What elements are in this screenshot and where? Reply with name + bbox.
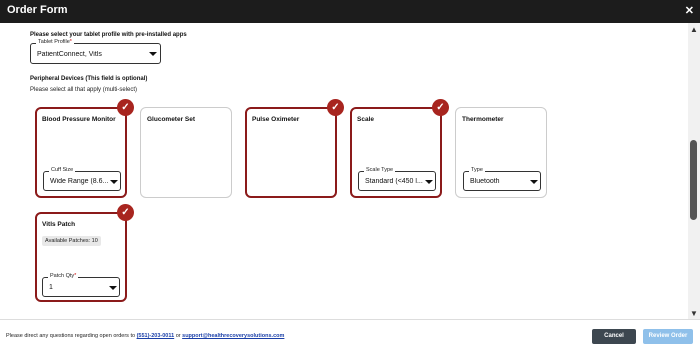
device-card-thermometer[interactable]: Thermometer Type Bluetooth — [455, 107, 547, 198]
device-title: Vitls Patch — [42, 221, 76, 228]
check-icon: ✓ — [327, 99, 344, 116]
check-icon: ✓ — [117, 99, 134, 116]
window-title: Order Form — [7, 4, 68, 16]
patch-qty-value: 1 — [49, 284, 53, 291]
cuff-size-value: Wide Range (8.6... — [50, 178, 108, 185]
scrollbar-thumb[interactable] — [690, 140, 697, 220]
title-bar: Order Form ✕ — [0, 0, 700, 23]
cuff-size-select[interactable]: Cuff Size Wide Range (8.6... — [43, 167, 121, 191]
thermometer-type-select[interactable]: Type Bluetooth — [463, 167, 541, 191]
peripheral-subheading: Please select all that apply (multi-sele… — [30, 87, 138, 93]
tablet-profile-value: PatientConnect, Vitls — [37, 51, 102, 58]
available-patches-badge: Available Patches: 10 — [42, 236, 101, 246]
scale-type-value: Standard (<450 l... — [365, 178, 423, 185]
chevron-down-icon — [110, 180, 118, 184]
chevron-down-icon — [530, 180, 538, 184]
cuff-size-legend: Cuff Size — [49, 167, 76, 173]
scroll-up-arrow-icon[interactable]: ▲ — [690, 25, 698, 34]
chevron-down-icon — [109, 286, 117, 290]
check-icon: ✓ — [432, 99, 449, 116]
chevron-down-icon — [149, 52, 157, 56]
patch-qty-legend: Patch Qty* — [48, 273, 79, 279]
chevron-down-icon — [425, 180, 433, 184]
close-icon[interactable]: ✕ — [685, 4, 694, 17]
check-icon: ✓ — [117, 204, 134, 221]
tablet-profile-select[interactable]: Tablet Profile* PatientConnect, Vitls — [30, 39, 161, 64]
device-title: Pulse Oximeter — [252, 116, 300, 123]
review-order-button[interactable]: Review Order — [643, 329, 693, 344]
peripheral-heading: Peripheral Devices (This field is option… — [30, 76, 148, 82]
cancel-button[interactable]: Cancel — [592, 329, 636, 344]
thermometer-type-value: Bluetooth — [470, 178, 500, 185]
scale-type-select[interactable]: Scale Type Standard (<450 l... — [358, 167, 436, 191]
thermometer-type-legend: Type — [469, 167, 485, 173]
support-email-link[interactable]: support@healthrecoverysolutions.com — [182, 333, 284, 339]
device-title: Thermometer — [462, 116, 504, 123]
scale-type-legend: Scale Type — [364, 167, 396, 173]
device-title: Scale — [357, 116, 374, 123]
scroll-down-arrow-icon[interactable]: ▼ — [690, 309, 698, 318]
device-title: Glucometer Set — [147, 116, 196, 123]
order-form-content: Please select your tablet profile with p… — [0, 23, 688, 319]
device-card-pulse-oximeter[interactable]: Pulse Oximeter — [245, 107, 337, 198]
device-card-glucometer-set[interactable]: Glucometer Set — [140, 107, 232, 198]
patch-qty-select[interactable]: Patch Qty* 1 — [42, 273, 120, 297]
device-card-vitls-patch[interactable]: Vitls Patch Available Patches: 10 Patch … — [35, 212, 127, 302]
support-phone-link[interactable]: (551)-203-0011 — [137, 333, 175, 339]
device-card-scale[interactable]: Scale Scale Type Standard (<450 l... — [350, 107, 442, 198]
footer-bar: Please direct any questions regarding op… — [0, 319, 700, 350]
device-card-blood-pressure-monitor[interactable]: Blood Pressure Monitor Cuff Size Wide Ra… — [35, 107, 127, 198]
device-title: Blood Pressure Monitor — [42, 116, 116, 123]
tablet-profile-heading: Please select your tablet profile with p… — [30, 32, 187, 38]
tablet-profile-legend: Tablet Profile* — [36, 39, 74, 45]
support-note: Please direct any questions regarding op… — [6, 333, 285, 339]
